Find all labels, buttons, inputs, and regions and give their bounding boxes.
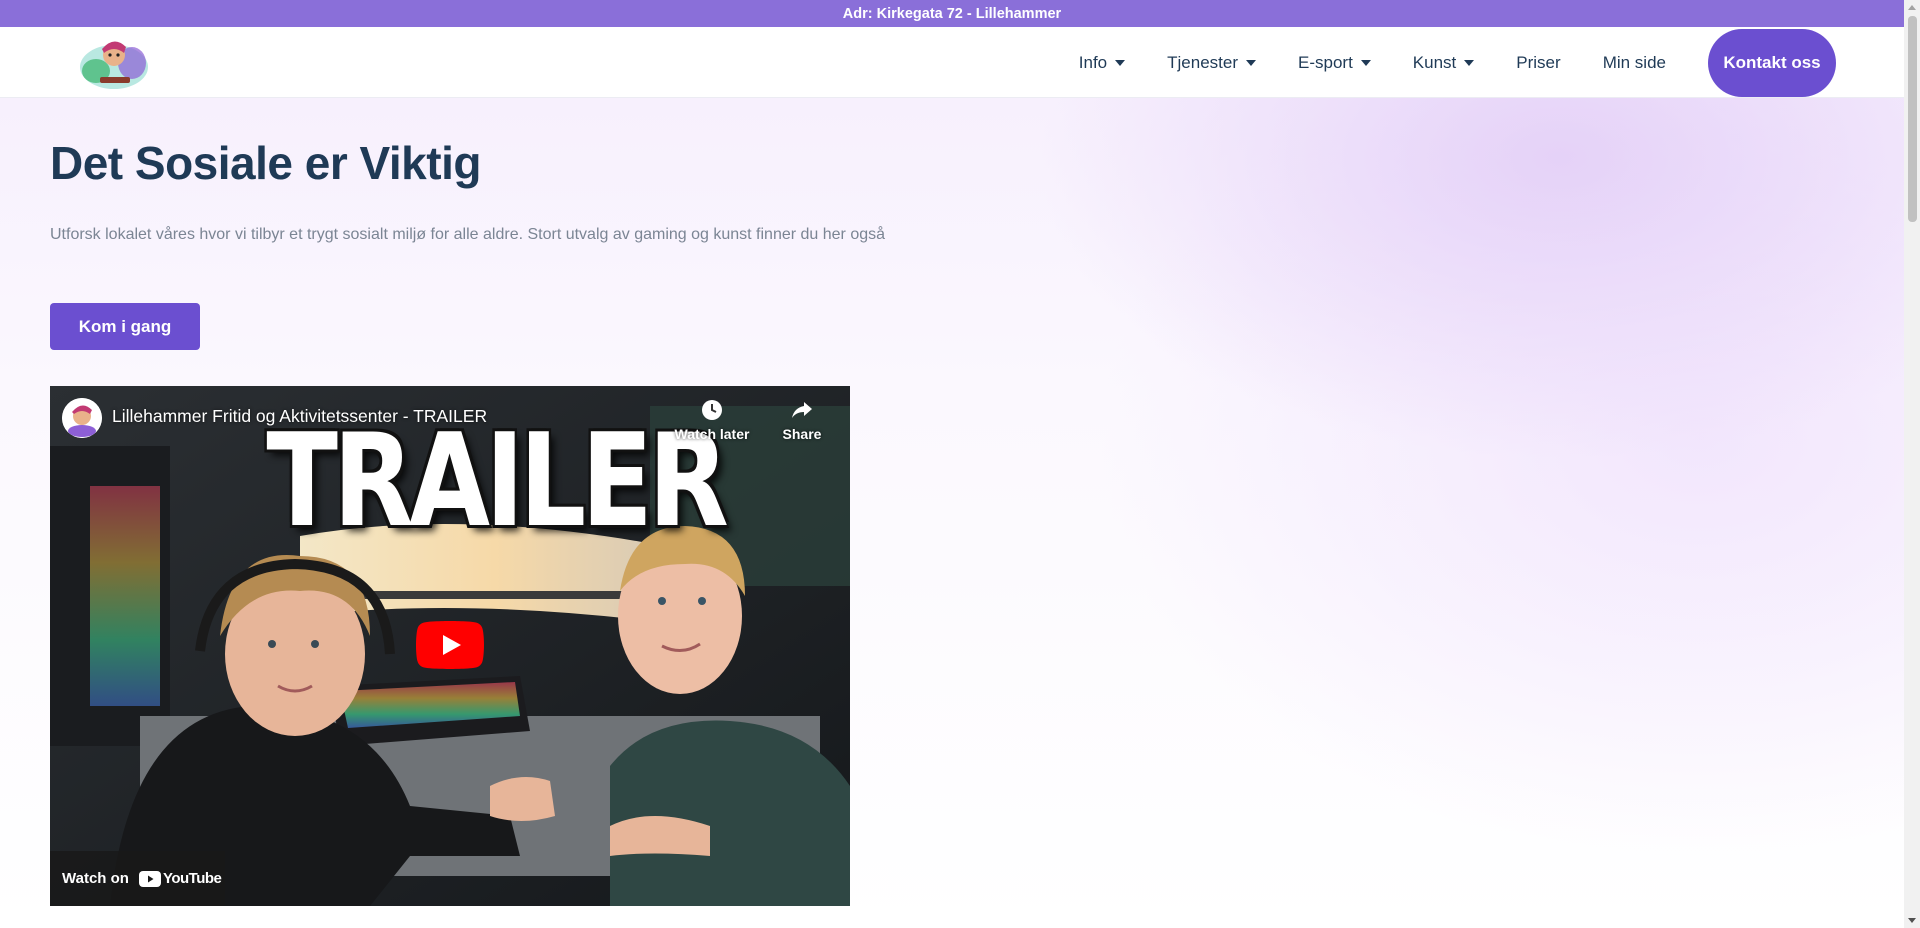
scroll-down-icon[interactable]: [1908, 918, 1916, 923]
share-button[interactable]: Share: [762, 398, 842, 442]
caret-down-icon: [1464, 59, 1475, 66]
share-icon: [762, 398, 842, 422]
nav-item-label: Min side: [1602, 52, 1666, 72]
watch-later-button[interactable]: Watch later: [672, 398, 752, 442]
nav-item-min-side[interactable]: Min side: [1603, 53, 1666, 73]
nav-item-label: Kunst: [1412, 52, 1457, 72]
scroll-up-icon[interactable]: [1908, 5, 1916, 10]
play-icon[interactable]: [416, 621, 484, 669]
site-header: Info Tjenester E-sport Kunst Priser Min …: [0, 27, 1904, 98]
nav-item-priser[interactable]: Priser: [1516, 53, 1560, 73]
nav-item-label: Priser: [1516, 52, 1561, 72]
address-bar: Adr: Kirkegata 72 - Lillehammer: [0, 0, 1904, 27]
watch-on-label: Watch on: [62, 870, 129, 887]
hero-section: Det Sosiale er Viktig Utforsk lokalet vå…: [0, 98, 1904, 928]
address-text: Adr: Kirkegata 72 - Lillehammer: [842, 5, 1062, 22]
page-scrollbar[interactable]: [1904, 0, 1920, 928]
share-label: Share: [782, 426, 822, 442]
nav-item-e-sport[interactable]: E-sport: [1298, 53, 1371, 73]
scrollbar-thumb[interactable]: [1908, 16, 1917, 222]
hero-description: Utforsk lokalet våres hvor vi tilbyr et …: [50, 226, 886, 243]
youtube-video-embed[interactable]: TRAILER Lillehammer Fritid og Aktivitets…: [50, 386, 850, 906]
watch-on-youtube-link[interactable]: Watch on YouTube: [50, 851, 225, 906]
watch-later-label: Watch later: [674, 426, 750, 442]
nav-item-label: Tjenester: [1167, 52, 1238, 72]
logo-image[interactable]: [74, 33, 154, 93]
youtube-logo-icon: YouTube: [138, 870, 222, 887]
caret-down-icon: [1360, 59, 1371, 66]
nav-item-label: Info: [1078, 52, 1108, 72]
nav-item-label: E-sport: [1298, 52, 1353, 72]
video-title[interactable]: Lillehammer Fritid og Aktivitetssenter -…: [112, 406, 487, 427]
main-nav: Info Tjenester E-sport Kunst Priser Min …: [1079, 27, 1904, 98]
caret-down-icon: [1115, 59, 1126, 66]
clock-icon: [672, 398, 752, 422]
channel-avatar[interactable]: [62, 398, 102, 438]
caret-down-icon: [1246, 59, 1256, 66]
nav-item-tjenester[interactable]: Tjenester: [1167, 53, 1256, 73]
youtube-label: YouTube: [162, 870, 222, 887]
page-title: Det Sosiale er Viktig: [50, 137, 481, 189]
nav-item-kunst[interactable]: Kunst: [1412, 52, 1475, 73]
thumbnail-trailer-text: TRAILER: [266, 407, 729, 556]
contact-button[interactable]: Kontakt oss: [1708, 28, 1836, 97]
get-started-button[interactable]: Kom i gang: [50, 303, 200, 350]
nav-item-info[interactable]: Info: [1078, 52, 1126, 73]
